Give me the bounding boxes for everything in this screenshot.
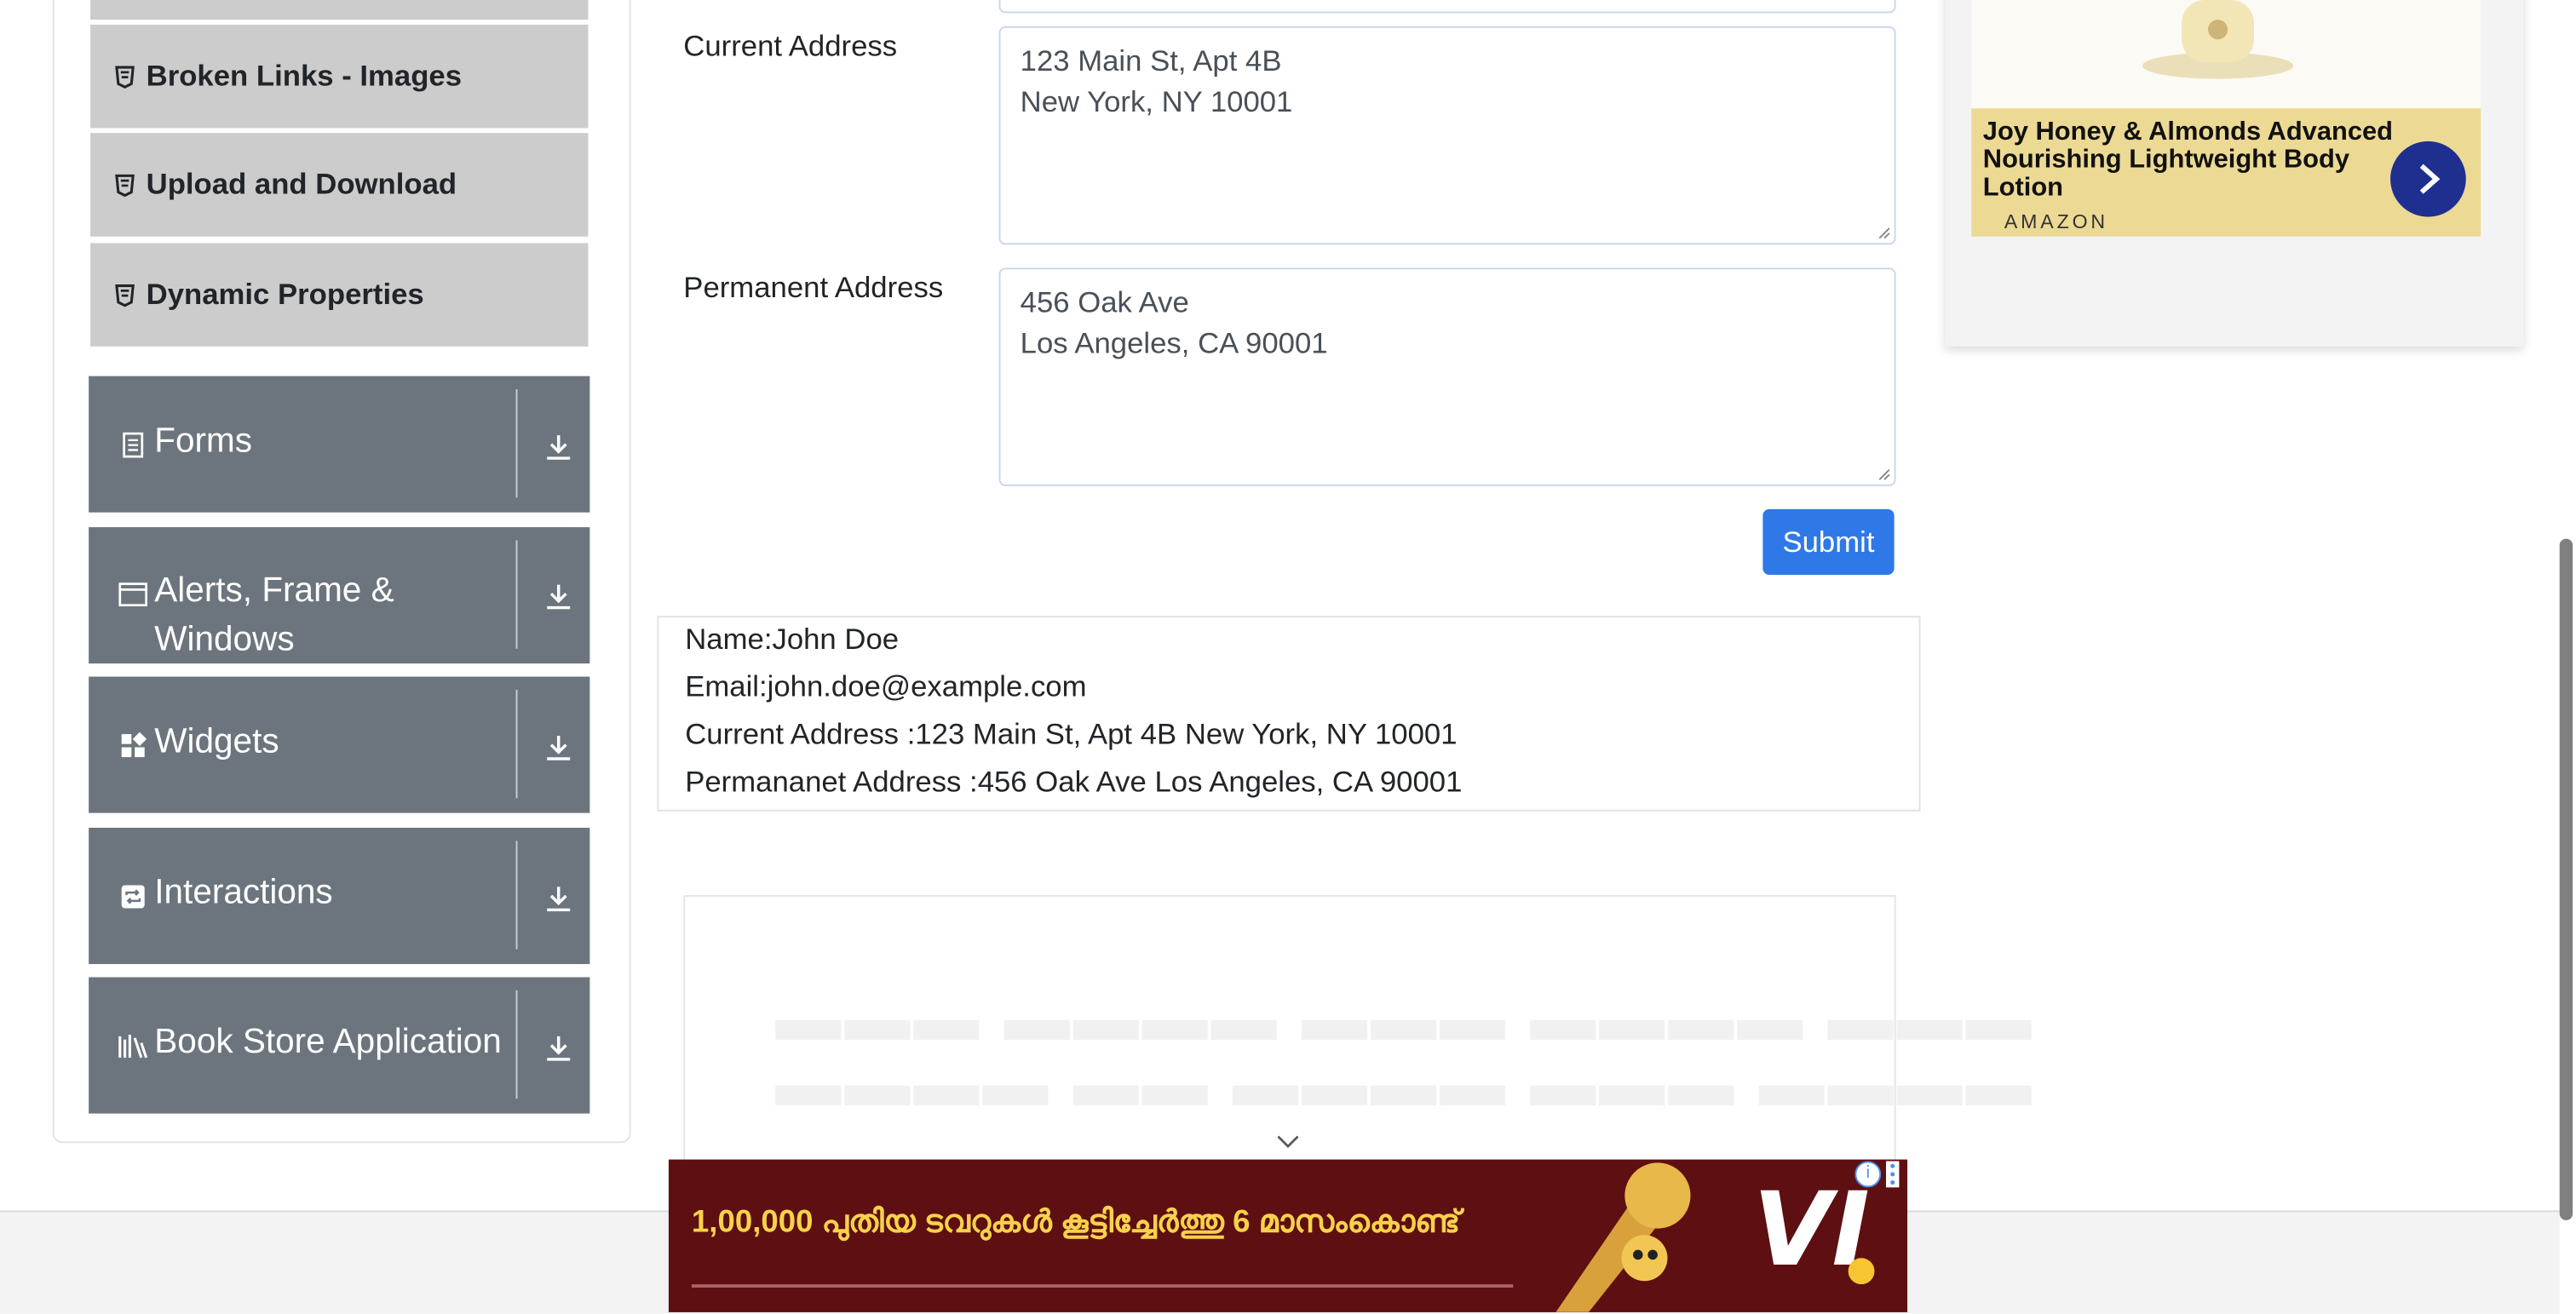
ad-placeholder-text: ▬▬▬ ▬▬▬▬ ▬▬▬ ▬▬▬▬ ▬▬▬ [775,982,2035,1055]
sidebar-item-broken-links[interactable]: Broken Links - Images [90,24,589,129]
window-icon [118,580,148,610]
next-arrow-button[interactable] [2390,141,2466,217]
sidebar-group-interactions[interactable]: Interactions [89,827,590,965]
sidebar-group-book-store[interactable]: Book Store Application [89,977,590,1114]
document-icon [118,430,148,460]
output-name: Name:John Doe [685,622,900,656]
html5-icon [113,173,136,197]
download-icon[interactable] [534,1023,584,1072]
logo-dot [1848,1258,1875,1285]
chevron-down-icon[interactable] [1275,1133,1302,1150]
ad-placeholder-text: ▬▬▬▬ ▬▬ ▬▬▬▬ ▬▬▬ ▬▬▬▬ [775,1047,2035,1121]
download-icon[interactable] [534,422,584,472]
html5-icon [113,284,136,307]
group-label: Interactions [154,873,333,912]
chevron-right-icon [2419,164,2441,194]
group-label: Book Store Application [154,1023,502,1061]
group-label: Widgets [154,722,279,760]
permanent-address-line: Los Angeles, CA 90001 [1020,326,1328,360]
current-address-label: Current Address [683,29,898,63]
group-label-line2: Windows [154,620,295,659]
output-current-address: Current Address :123 Main St, Apt 4B New… [685,717,1458,751]
ad-info-icon[interactable]: i [1854,1161,1882,1188]
resize-handle-icon[interactable] [1877,468,1890,481]
current-address-line: 123 Main St, Apt 4B [1020,44,1282,77]
resize-handle-icon[interactable] [1877,227,1890,239]
brand-label: AMAZON [2004,209,2109,233]
download-icon[interactable] [534,874,584,923]
sidebar-item-upload-download[interactable]: Upload and Download [90,133,589,237]
submit-button[interactable]: Submit [1762,508,1895,575]
group-label: Forms [154,422,253,460]
sidebar-item-label: Upload and Download [146,167,457,201]
widgets-icon [118,731,148,760]
download-icon[interactable] [534,571,584,621]
books-icon [118,1031,148,1061]
sidebar-item-dynamic-properties[interactable]: Dynamic Properties [90,243,589,347]
current-address-line: New York, NY 10001 [1020,85,1293,118]
sidebar-item-label: Dynamic Properties [146,277,424,311]
permanent-address-line: 456 Oak Ave [1020,285,1189,319]
sidebar-group-widgets[interactable]: Widgets [89,676,590,813]
divider [515,540,518,649]
sidebar-group-forms[interactable]: Forms [89,376,590,513]
product-image [1971,0,2481,109]
sidebar-item-previous[interactable] [90,0,589,20]
permanent-address-textarea[interactable]: 456 Oak Ave Los Angeles, CA 90001 [998,267,1896,486]
output-email: Email:john.doe@example.com [685,669,1087,703]
sidebar-group-alerts-frame-windows[interactable]: Alerts, Frame & Windows [89,527,590,664]
divider [515,389,518,498]
current-address-textarea[interactable]: 123 Main St, Apt 4B New York, NY 10001 [998,26,1896,245]
html5-icon [113,65,136,88]
download-icon[interactable] [534,723,584,772]
bottom-ad-banner[interactable]: 1,00,000 പുതിയ ടവറുകൾ കൂട്ടിച്ചേർത്തു 6 … [668,1159,1908,1312]
group-label-line1: Alerts, Frame & [154,571,394,610]
permanent-address-label: Permanent Address [683,271,944,304]
output-panel: Name:John Doe Email:john.doe@example.com… [657,616,1921,812]
divider [515,841,518,950]
sidebar-item-label: Broken Links - Images [146,59,463,92]
scrollbar[interactable] [2559,538,2573,1220]
ad-fine-print [691,1284,1514,1288]
ad-menu-icon[interactable] [1885,1161,1900,1188]
ad-headline: 1,00,000 പുതിയ ടവറുകൾ കൂട്ടിച്ചേർത്തു 6 … [691,1205,1461,1241]
divider [515,689,518,799]
output-permanent-address: Permananet Address :456 Oak Ave Los Ange… [685,765,1463,799]
interactions-icon [118,882,148,912]
trophy-mascot-icon [1555,1162,1691,1312]
divider [515,990,518,1099]
product-title[interactable]: Joy Honey & Almonds Advanced Nourishing … [1983,118,2410,202]
email-field[interactable] [998,0,1896,14]
